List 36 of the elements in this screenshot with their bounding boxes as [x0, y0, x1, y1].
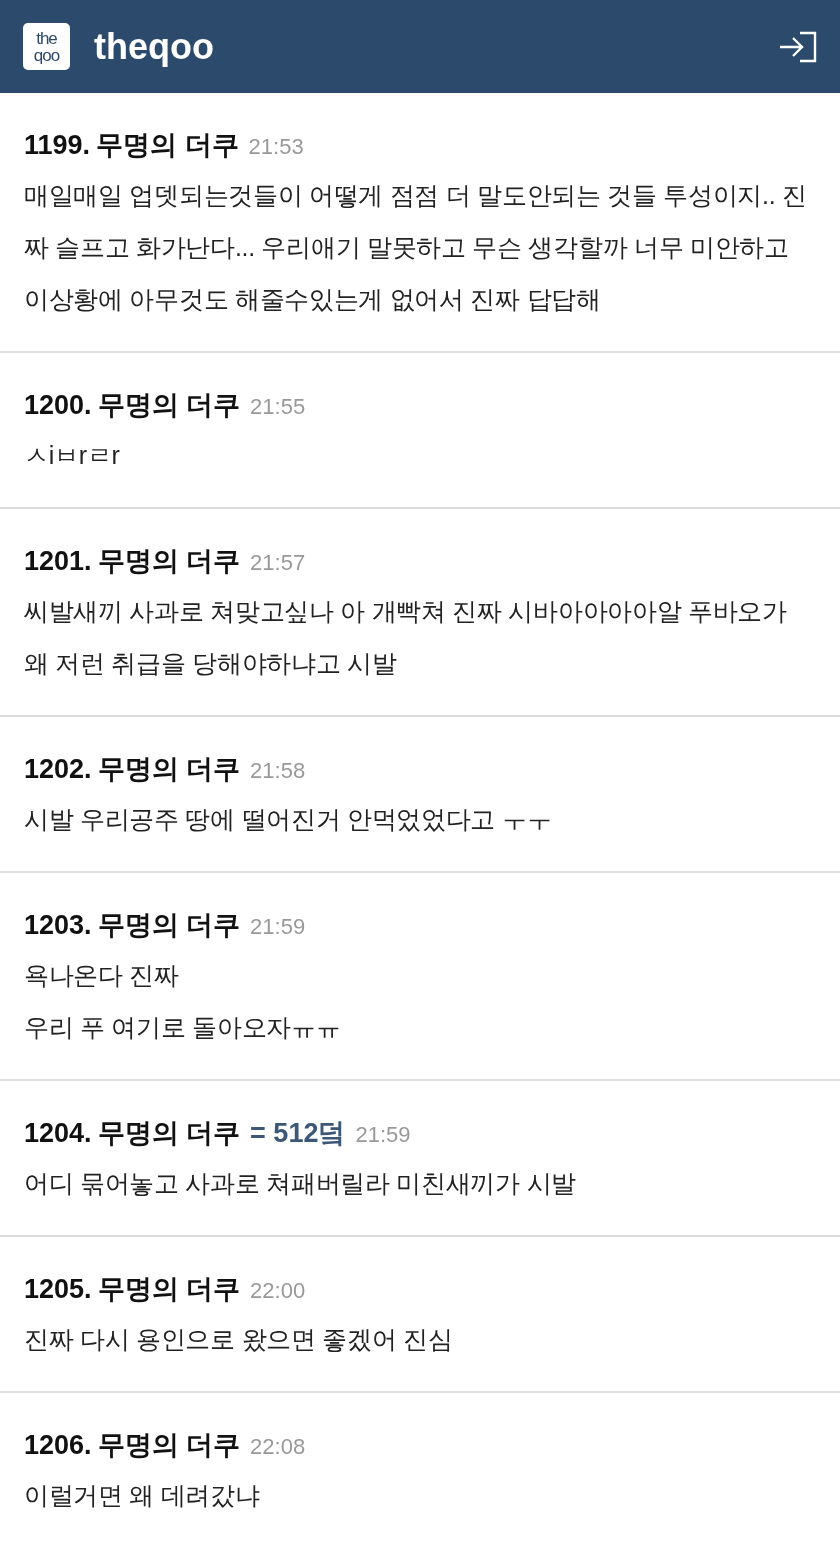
comment-text: ㅅiㅂrㄹr [24, 440, 121, 471]
comment-text: 매일매일 업뎃되는것들이 어떻게 점점 더 말도안되는 것들 투성이지.. 진짜 슬프고 화가난다... 우리애기 말못하고 무슨 생각할까 너무 미안하고 이상황에 아무것도 해줄수있는게 없어서 진짜 답답해 [24, 180, 808, 315]
comment-author: 무명의 더쿠 [97, 545, 241, 578]
comment-time: 21:58 [250, 757, 306, 785]
comment-time: 22:08 [250, 1433, 306, 1461]
comment-author: 무명의 더쿠 [97, 1429, 241, 1462]
comment-author: 무명의 더쿠 [97, 909, 241, 942]
comment-text: 시발 우리공주 땅에 떨어진거 안먹었었다고 ㅜㅜ [24, 804, 553, 835]
login-icon[interactable] [778, 29, 818, 64]
comment-time: 22:00 [250, 1277, 306, 1305]
comment-text: 진짜 다시 용인으로 왔으면 좋겠어 진심 [24, 1324, 454, 1355]
comment-author: 무명의 더쿠 [97, 1273, 241, 1306]
comment-text: 어디 묶어놓고 사과로 쳐패버릴라 미친새끼가 시발 [24, 1168, 577, 1199]
comment-author: 무명의 더쿠 [96, 129, 239, 162]
comment-time: 21:53 [248, 133, 304, 161]
comment-number: 1203. [24, 909, 92, 942]
comment-number: 1200. [24, 389, 92, 422]
site-logo[interactable]: theqoo [23, 23, 70, 70]
comment-author: 무명의 더쿠 [97, 753, 241, 786]
comment-time: 21:57 [250, 549, 306, 577]
comment-number: 1205. [24, 1273, 92, 1306]
comment-time: 21:59 [250, 913, 306, 941]
comment-number: 1206. [24, 1429, 92, 1462]
comment-author: 무명의 더쿠 [97, 389, 241, 422]
comment-text: 씨발새끼 사과로 쳐맞고싶나 아 개빡쳐 진짜 시바아아아아알 푸바오가 왜 저런 취급을 당해야하냐고 시발 [24, 596, 788, 679]
comment-number: 1204. [24, 1117, 92, 1150]
comment-text: 욕나온다 진짜 우리 푸 여기로 돌아오자ㅠㅠ [24, 960, 342, 1043]
comment-text: 이럴거면 왜 데려갔냐 [24, 1480, 261, 1511]
comment-time: 21:55 [250, 393, 306, 421]
comment-time: 21:59 [355, 1121, 411, 1149]
comment-number: 1202. [24, 753, 92, 786]
comment-number: 1201. [24, 545, 92, 578]
point-count: = 512덬 [250, 1117, 346, 1150]
site-title[interactable]: theqoo [94, 25, 778, 68]
comment-number: 1199. [24, 129, 91, 162]
comment-author: 무명의 더쿠 [97, 1117, 241, 1150]
